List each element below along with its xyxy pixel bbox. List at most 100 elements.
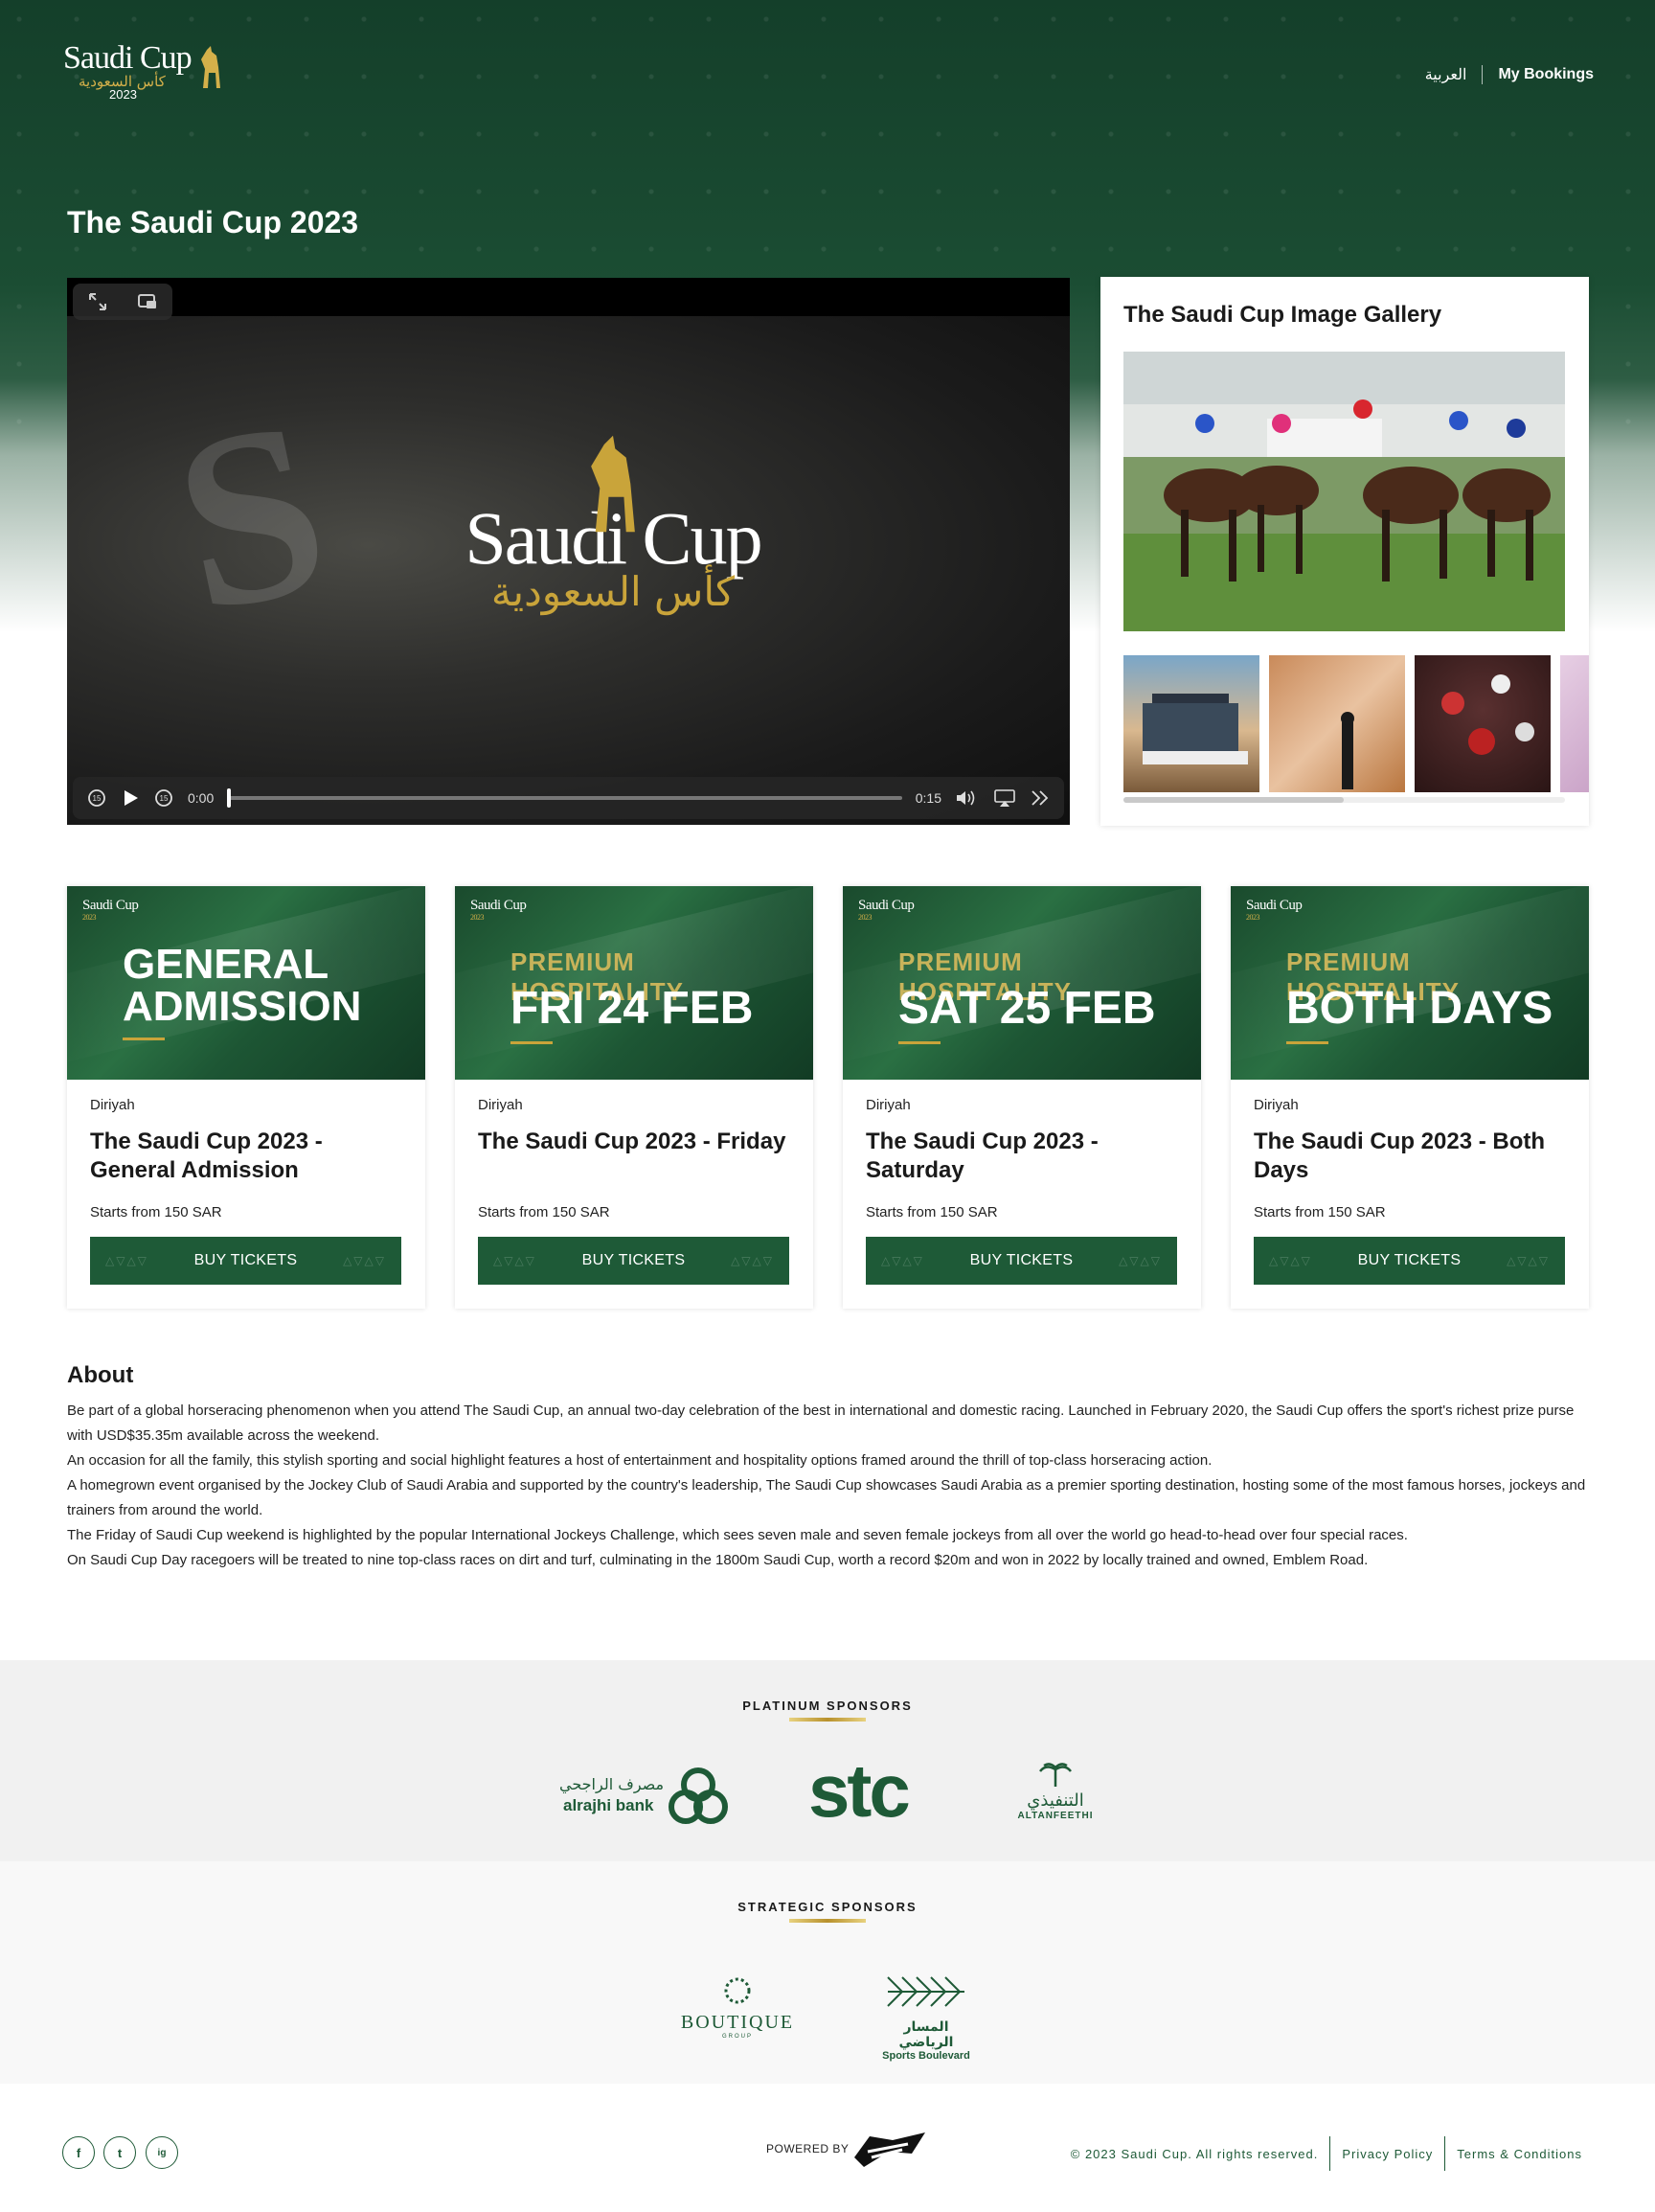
palm-icon bbox=[1039, 1763, 1072, 1787]
card-banner-logo: Saudi Cup 2023 bbox=[470, 898, 527, 922]
progress-scrubber[interactable] bbox=[227, 788, 232, 808]
top-nav: العربية My Bookings bbox=[1425, 56, 1594, 94]
card-banner-heading: GENERAL bbox=[123, 941, 329, 988]
gold-underline bbox=[898, 1041, 941, 1044]
gallery-thumbnail[interactable] bbox=[1560, 655, 1589, 792]
picture-in-picture-icon[interactable] bbox=[137, 291, 158, 312]
altanfeethi-logo[interactable]: التنفيذي ALTANFEETHI bbox=[1009, 1762, 1101, 1829]
boutique-emblem-icon bbox=[724, 1977, 751, 2004]
gallery-scrollbar[interactable] bbox=[1123, 797, 1565, 803]
boutique-group-logo[interactable]: BOUTIQUE GROUP bbox=[680, 1974, 795, 2055]
horse-race-image bbox=[1123, 352, 1565, 631]
card-banner: Saudi Cup 2023 PREMIUM HOSPITALITY SAT 25… bbox=[843, 886, 1201, 1080]
card-banner-heading: FRI 24 FEB bbox=[510, 983, 754, 1034]
instagram-icon[interactable]: ig bbox=[146, 2136, 178, 2169]
facebook-icon[interactable]: f bbox=[62, 2136, 95, 2169]
horse-icon bbox=[201, 46, 220, 88]
gallery-scroll-thumb[interactable] bbox=[1123, 797, 1344, 803]
skip-forward-15-icon[interactable]: 15 bbox=[153, 787, 174, 809]
about-title: About bbox=[67, 1362, 134, 1388]
gallery-thumbnail[interactable] bbox=[1415, 655, 1551, 792]
card-banner-heading: ADMISSION bbox=[123, 983, 362, 1030]
card-location: Diriyah bbox=[478, 1097, 523, 1113]
skip-back-15-icon[interactable]: 15 bbox=[86, 787, 107, 809]
privacy-policy-link[interactable]: Privacy Policy bbox=[1330, 2147, 1444, 2161]
card-location: Diriyah bbox=[90, 1097, 135, 1113]
powered-by-label: POWERED BY bbox=[766, 2142, 850, 2155]
copyright: © 2023 Saudi Cup. All rights reserved. bbox=[1070, 2146, 1319, 2161]
site-logo[interactable]: Saudi Cup كأس السعودية 2023 bbox=[63, 42, 226, 103]
video-logo: Saudi Cup كأس السعودية bbox=[460, 431, 766, 680]
stc-logo[interactable]: stc bbox=[808, 1752, 911, 1829]
ticket-card-both-days: Saudi Cup 2023 PREMIUM HOSPITALITY BOTH D… bbox=[1231, 886, 1589, 1309]
progress-bar[interactable] bbox=[227, 788, 902, 808]
strategic-sponsors-title: STRATEGIC SPONSORS bbox=[737, 1900, 918, 1914]
about-section: About Be part of a global horseracing ph… bbox=[67, 1362, 1590, 1573]
card-title[interactable]: The Saudi Cup 2023 - Friday bbox=[478, 1128, 794, 1156]
current-time: 0:00 bbox=[188, 790, 215, 806]
gold-underline bbox=[1286, 1041, 1328, 1044]
ticket-card-friday: Saudi Cup 2023 PREMIUM HOSPITALITY FRI 24… bbox=[455, 886, 813, 1309]
gallery-title: The Saudi Cup Image Gallery bbox=[1123, 302, 1442, 328]
my-bookings-link[interactable]: My Bookings bbox=[1483, 66, 1594, 83]
language-toggle[interactable]: العربية bbox=[1425, 65, 1484, 84]
strategic-sponsors-section: STRATEGIC SPONSORS BOUTIQUE GROUP المسار… bbox=[0, 1861, 1655, 2084]
page-title: The Saudi Cup 2023 bbox=[67, 205, 359, 239]
card-banner-logo: Saudi Cup 2023 bbox=[858, 898, 915, 922]
alrajhi-bank-logo[interactable]: مصرف الراجحي alrajhi bank bbox=[559, 1764, 732, 1831]
gallery-thumbnails bbox=[1123, 655, 1589, 792]
video-player[interactable]: S Saudi Cup كأس السعودية 15 15 0:00 0:15 bbox=[67, 278, 1070, 825]
buy-tickets-button[interactable]: △▽△▽ BUY TICKETS △▽△▽ bbox=[866, 1237, 1177, 1285]
card-banner-heading: SAT 25 FEB bbox=[898, 983, 1156, 1034]
card-title[interactable]: The Saudi Cup 2023 - General Admission bbox=[90, 1128, 406, 1185]
ticket-card-saturday: Saudi Cup 2023 PREMIUM HOSPITALITY SAT 25… bbox=[843, 886, 1201, 1309]
play-icon[interactable] bbox=[121, 788, 140, 808]
gold-underline bbox=[123, 1038, 165, 1040]
horse-icon bbox=[591, 435, 635, 533]
card-banner: Saudi Cup 2023 GENERAL ADMISSION bbox=[67, 886, 425, 1080]
card-price: Starts from 150 SAR bbox=[90, 1204, 222, 1220]
gold-divider bbox=[789, 1718, 866, 1722]
about-paragraph: The Friday of Saudi Cup weekend is highl… bbox=[67, 1527, 1408, 1543]
duration: 0:15 bbox=[915, 790, 941, 806]
volume-icon[interactable] bbox=[955, 788, 980, 808]
terms-link[interactable]: Terms & Conditions bbox=[1445, 2147, 1594, 2161]
buy-tickets-button[interactable]: △▽△▽ BUY TICKETS △▽△▽ bbox=[1254, 1237, 1565, 1285]
video-logo-arabic: كأس السعودية bbox=[490, 568, 736, 615]
card-location: Diriyah bbox=[866, 1097, 911, 1113]
card-price: Starts from 150 SAR bbox=[866, 1204, 998, 1220]
platform-logo[interactable] bbox=[850, 2129, 929, 2171]
card-banner: Saudi Cup 2023 PREMIUM HOSPITALITY FRI 24… bbox=[455, 886, 813, 1080]
twitter-icon[interactable]: t bbox=[103, 2136, 136, 2169]
sports-boulevard-logo[interactable]: المسار الرياضي Sports Boulevard bbox=[875, 1973, 977, 2062]
about-paragraph: Be part of a global horseracing phenomen… bbox=[67, 1402, 1575, 1444]
card-title[interactable]: The Saudi Cup 2023 - Both Days bbox=[1254, 1128, 1570, 1185]
sports-boulevard-pattern-icon bbox=[887, 1976, 964, 2007]
card-price: Starts from 150 SAR bbox=[1254, 1204, 1386, 1220]
buy-tickets-button[interactable]: △▽△▽ BUY TICKETS △▽△▽ bbox=[478, 1237, 789, 1285]
gallery-main-image[interactable] bbox=[1123, 352, 1565, 631]
card-title[interactable]: The Saudi Cup 2023 - Saturday bbox=[866, 1128, 1182, 1185]
svg-text:15: 15 bbox=[160, 794, 169, 803]
card-banner: Saudi Cup 2023 PREMIUM HOSPITALITY BOTH D… bbox=[1231, 886, 1589, 1080]
footer-links: © 2023 Saudi Cup. All rights reserved. P… bbox=[1059, 2136, 1594, 2171]
card-banner-logo: Saudi Cup 2023 bbox=[1246, 898, 1303, 922]
platinum-sponsors-section: PLATINUM SPONSORS مصرف الراجحي alrajhi b… bbox=[0, 1660, 1655, 1861]
buy-tickets-button[interactable]: △▽△▽ BUY TICKETS △▽△▽ bbox=[90, 1237, 401, 1285]
platinum-sponsors-title: PLATINUM SPONSORS bbox=[742, 1699, 913, 1713]
card-banner-heading: BOTH DAYS bbox=[1286, 983, 1553, 1034]
fullscreen-icon[interactable] bbox=[87, 291, 108, 312]
gold-divider bbox=[789, 1919, 866, 1923]
about-paragraph: A homegrown event organised by the Jocke… bbox=[67, 1477, 1586, 1518]
gallery-thumbnail[interactable] bbox=[1269, 655, 1405, 792]
video-blur-background: S bbox=[154, 367, 348, 666]
about-paragraph: On Saudi Cup Day racegoers will be treat… bbox=[67, 1552, 1369, 1568]
more-options-icon[interactable] bbox=[1030, 788, 1051, 808]
card-price: Starts from 150 SAR bbox=[478, 1204, 610, 1220]
card-location: Diriyah bbox=[1254, 1097, 1299, 1113]
card-banner-logo: Saudi Cup 2023 bbox=[82, 898, 139, 922]
gallery-thumbnail[interactable] bbox=[1123, 655, 1259, 792]
airplay-icon[interactable] bbox=[993, 788, 1016, 808]
ticket-card-general: Saudi Cup 2023 GENERAL ADMISSION Diriyah … bbox=[67, 886, 425, 1309]
about-paragraph: An occasion for all the family, this sty… bbox=[67, 1452, 1213, 1469]
